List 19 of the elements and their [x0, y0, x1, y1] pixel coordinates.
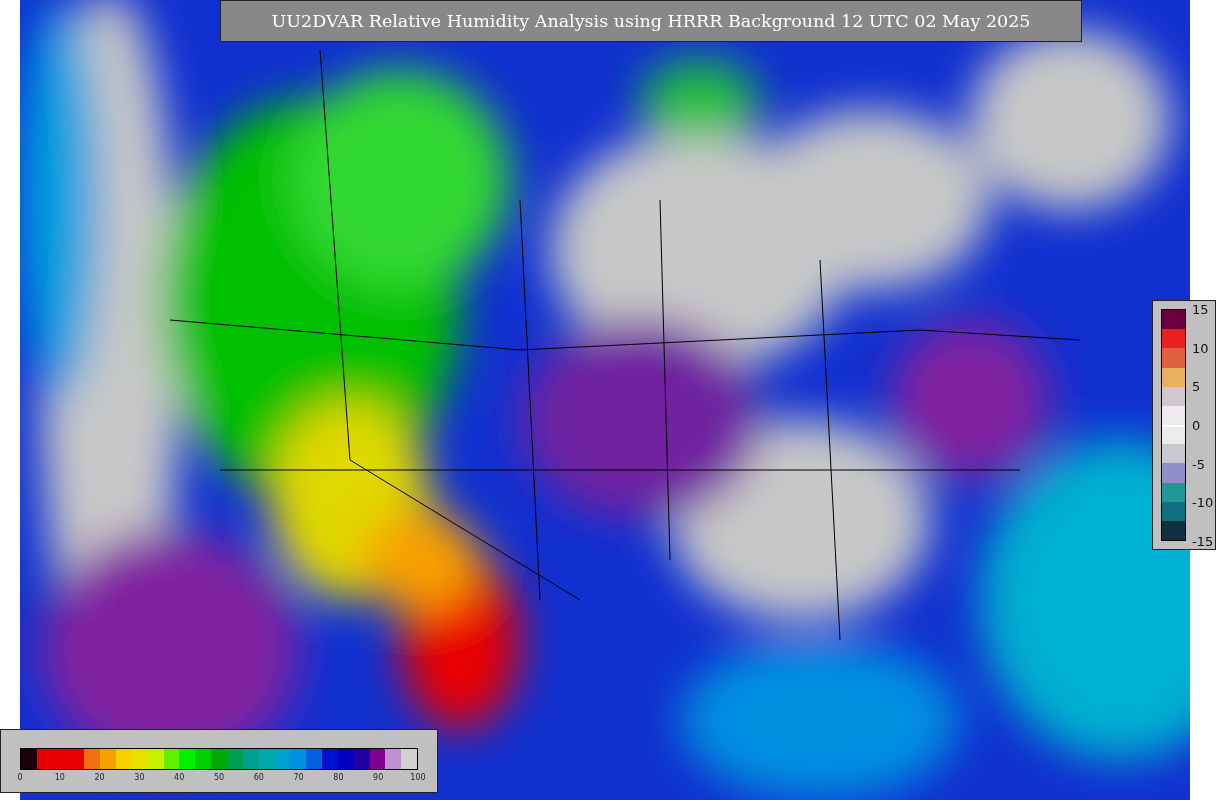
tick-label: 0 [1192, 417, 1201, 433]
tick-label: 20 [94, 773, 105, 782]
tick-label: -5 [1192, 456, 1205, 472]
tick-label: 5 [1192, 378, 1201, 394]
tick-label: 70 [293, 773, 304, 782]
tick-label: 0 [17, 773, 23, 782]
tick-label: 80 [333, 773, 344, 782]
tick-label: 50 [213, 773, 225, 782]
tick-label: 10 [1192, 340, 1209, 356]
tick-label: 30 [134, 773, 145, 782]
map-title: UU2DVAR Relative Humidity Analysis using HRRR Background 12 UTC 02 May 2025 [220, 0, 1082, 42]
tick-label: 40 [174, 773, 185, 782]
tick-label: -15 [1192, 533, 1214, 549]
tick-label: 15 [1192, 301, 1209, 317]
tick-label: 100 [410, 773, 426, 782]
tick-label: -10 [1192, 494, 1214, 510]
tick-label: 60 [253, 773, 264, 782]
tick-label: 90 [373, 773, 384, 782]
tick-label: 10 [54, 773, 65, 782]
